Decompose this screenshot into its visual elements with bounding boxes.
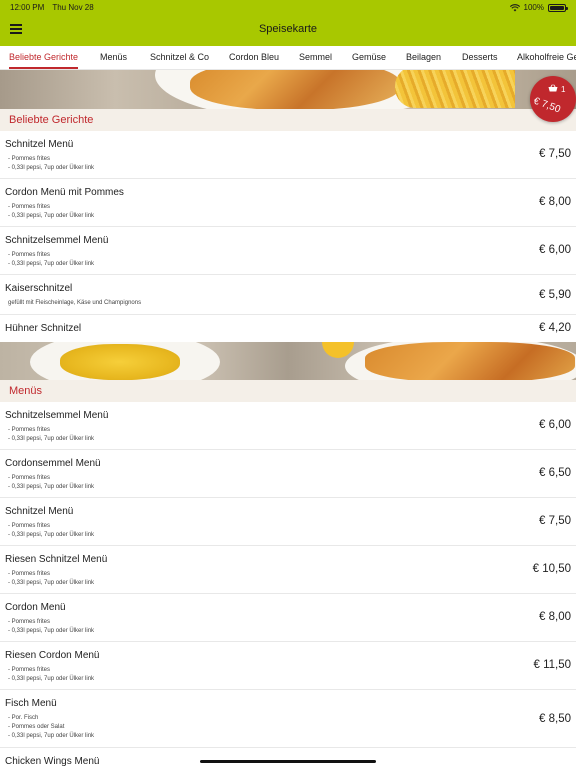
item-name: Fisch Menü	[5, 698, 57, 709]
menu-item[interactable]: Cordon Menü mit Pommes - Pommes frites -…	[0, 179, 576, 227]
item-description: - Pommes frites - 0,33l pepsi, 7up oder …	[8, 427, 95, 442]
tab-gemuese[interactable]: Gemüse	[352, 46, 386, 69]
item-name: Riesen Schnitzel Menü	[5, 554, 108, 565]
item-price: € 7,50	[539, 148, 571, 160]
item-price: € 8,50	[539, 713, 571, 725]
item-price: € 11,50	[533, 659, 571, 671]
banner-image-schnitzel-fries	[0, 70, 576, 109]
tab-beliebte-gerichte[interactable]: Beliebte Gerichte	[9, 46, 79, 69]
tab-schnitzel-co[interactable]: Schnitzel & Co	[150, 46, 209, 69]
item-price: € 6,00	[539, 419, 571, 431]
item-price: € 4,20	[539, 322, 571, 334]
menu-item[interactable]: Cordonsemmel Menü - Pommes frites - 0,33…	[0, 450, 576, 498]
item-description: - Pommes frites - 0,33l pepsi, 7up oder …	[8, 252, 95, 267]
menu-item[interactable]: Fisch Menü - Por. Fisch - Pommes oder Sa…	[0, 690, 576, 748]
page-title: Speisekarte	[258, 23, 318, 35]
item-price: € 5,90	[539, 289, 571, 301]
item-name: Schnitzelsemmel Menü	[5, 410, 109, 421]
tab-desserts[interactable]: Desserts	[462, 46, 498, 69]
tab-beilagen[interactable]: Beilagen	[406, 46, 441, 69]
section-title: Beliebte Gerichte	[9, 114, 94, 126]
item-description: - Pommes frites - 0,33l pepsi, 7up oder …	[8, 619, 95, 634]
menu-item[interactable]: Schnitzelsemmel Menü - Pommes frites - 0…	[0, 402, 576, 450]
top-bar: 12:00 PM Thu Nov 28 100% Speisekarte	[0, 0, 576, 46]
item-name: Kaiserschnitzel	[5, 283, 73, 294]
item-description: gefüllt mit Fleischeinlage, Käse und Cha…	[8, 300, 142, 306]
battery-percent: 100%	[523, 3, 544, 12]
menu-item[interactable]: Riesen Cordon Menü - Pommes frites - 0,3…	[0, 642, 576, 690]
item-name: Cordon Menü	[5, 602, 66, 613]
item-name: Chicken Wings Menü	[5, 756, 100, 767]
menu-item[interactable]: Kaiserschnitzel gefüllt mit Fleischeinla…	[0, 275, 576, 315]
cart-badge-button[interactable]: 1 € 7,50	[530, 76, 576, 122]
menu-item[interactable]: Schnitzelsemmel Menü - Pommes frites - 0…	[0, 227, 576, 275]
menu-item[interactable]: Cordon Menü - Pommes frites - 0,33l peps…	[0, 594, 576, 642]
status-date: Thu Nov 28	[52, 3, 94, 12]
menu-item[interactable]: Schnitzel Menü - Pommes frites - 0,33l p…	[0, 498, 576, 546]
menu-item[interactable]: Schnitzel Menü - Pommes frites - 0,33l p…	[0, 131, 576, 179]
item-price: € 6,00	[539, 244, 571, 256]
menu-item[interactable]: Hühner Schnitzel € 4,20	[0, 315, 576, 342]
item-name: Riesen Cordon Menü	[5, 650, 100, 661]
section-header: Beliebte Gerichte	[0, 109, 576, 131]
item-description: - Pommes frites - 0,33l pepsi, 7up oder …	[8, 571, 95, 586]
wifi-icon	[509, 3, 520, 11]
category-tab-bar[interactable]: Beliebte Gerichte Menüs Schnitzel & Co C…	[0, 46, 576, 70]
status-clock: 12:00 PM	[10, 3, 45, 12]
item-description: - Por. Fisch - Pommes oder Salat - 0,33l…	[8, 715, 95, 739]
item-description: - Pommes frites - 0,33l pepsi, 7up oder …	[8, 523, 95, 538]
item-description: - Pommes frites - 0,33l pepsi, 7up oder …	[8, 667, 95, 682]
status-indicators: 100%	[509, 3, 568, 12]
tab-semmel[interactable]: Semmel	[299, 46, 332, 69]
menu-item[interactable]: Riesen Schnitzel Menü - Pommes frites - …	[0, 546, 576, 594]
item-name: Cordonsemmel Menü	[5, 458, 101, 469]
item-description: - Pommes frites - 0,33l pepsi, 7up oder …	[8, 204, 95, 219]
item-price: € 8,00	[539, 611, 571, 623]
battery-icon	[548, 3, 568, 12]
item-price: € 8,00	[539, 196, 571, 208]
item-name: Cordon Menü mit Pommes	[5, 187, 124, 198]
app-root: 12:00 PM Thu Nov 28 100% Speisekarte Bel…	[0, 0, 576, 768]
home-indicator[interactable]	[200, 760, 376, 763]
item-name: Schnitzel Menü	[5, 506, 74, 517]
cart-item-count: 1	[561, 85, 566, 94]
section-title: Menüs	[9, 385, 43, 397]
item-name: Schnitzelsemmel Menü	[5, 235, 109, 246]
item-name: Schnitzel Menü	[5, 139, 74, 150]
banner-image-sauce-schnitzel	[0, 342, 576, 380]
basket-icon	[548, 84, 558, 92]
tab-alkoholfreie-getraenke[interactable]: Alkoholfreie Ge	[517, 46, 576, 69]
item-price: € 10,50	[532, 563, 571, 575]
status-time: 12:00 PM Thu Nov 28	[10, 3, 100, 12]
tab-cordon-bleu[interactable]: Cordon Bleu	[229, 46, 279, 69]
menu-item[interactable]: Chicken Wings Menü	[0, 748, 576, 768]
item-description: - Pommes frites - 0,33l pepsi, 7up oder …	[8, 475, 95, 490]
cart-total: € 7,50	[531, 95, 562, 116]
item-price: € 6,50	[539, 467, 571, 479]
item-price: € 7,50	[539, 515, 571, 527]
item-description: - Pommes frites - 0,33l pepsi, 7up oder …	[8, 156, 95, 171]
tab-menus[interactable]: Menüs	[100, 46, 127, 69]
section-header: Menüs	[0, 380, 576, 402]
item-name: Hühner Schnitzel	[5, 323, 82, 334]
